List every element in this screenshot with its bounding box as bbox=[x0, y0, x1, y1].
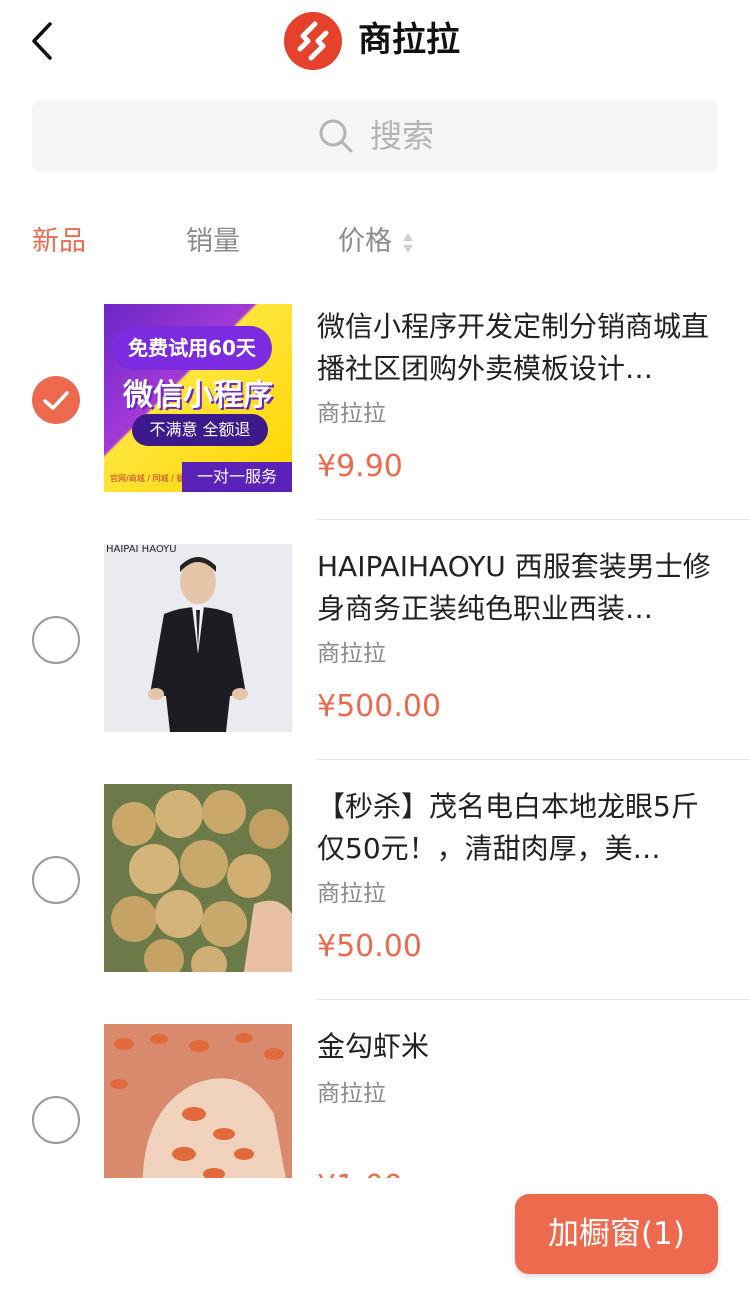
select-checkbox[interactable] bbox=[32, 616, 80, 664]
image-corner: 一对一服务 bbox=[182, 462, 292, 492]
header-bar: 商拉拉 bbox=[0, 0, 750, 84]
chevron-left-icon bbox=[32, 22, 52, 60]
check-icon bbox=[43, 391, 69, 410]
product-title[interactable]: 微信小程序开发定制分销商城直播社区团购外卖模板设计… bbox=[317, 306, 722, 390]
shop-name: 商拉拉 bbox=[317, 401, 386, 427]
product-price: ¥50.00 bbox=[317, 929, 422, 964]
product-item: HAIPAI HAOYU HAIPAIHAOYU 西服套装男士修身商务正装纯色职… bbox=[0, 520, 750, 760]
product-price: ¥9.90 bbox=[317, 449, 403, 484]
shop-name: 商拉拉 bbox=[317, 1081, 386, 1107]
tab-price[interactable]: 价格 bbox=[338, 222, 392, 262]
product-item: 【秒杀】茂名电白本地龙眼5斤仅50元！，清甜肉厚，美… 商拉拉 ¥50.00 bbox=[0, 760, 750, 1000]
shop-name: 商拉拉 bbox=[317, 881, 386, 907]
product-image[interactable] bbox=[104, 784, 292, 972]
image-headline: 微信小程序 bbox=[123, 378, 273, 413]
search-placeholder: 搜索 bbox=[370, 117, 435, 155]
product-title[interactable]: HAIPAIHAOYU 西服套装男士修身商务正装纯色职业西装… bbox=[317, 546, 722, 630]
add-to-showcase-button[interactable]: 加橱窗(1) bbox=[515, 1194, 718, 1274]
longan-illustration bbox=[104, 784, 292, 972]
product-image[interactable]: 免费试用60天 微信小程序 不满意 全额退 官网/商城 / 同城 / 餐饮/定制… bbox=[104, 304, 292, 492]
image-pill: 不满意 全额退 bbox=[132, 414, 268, 446]
product-price: ¥500.00 bbox=[317, 689, 442, 724]
sort-icon[interactable] bbox=[401, 231, 415, 255]
image-brand: HAIPAI HAOYU bbox=[106, 544, 177, 555]
back-button[interactable] bbox=[24, 20, 64, 62]
shop-name: 商拉拉 bbox=[317, 641, 386, 667]
product-item: 免费试用60天 微信小程序 不满意 全额退 官网/商城 / 同城 / 餐饮/定制… bbox=[0, 280, 750, 520]
suit-man-illustration bbox=[148, 557, 248, 732]
product-title[interactable]: 金勾虾米 bbox=[317, 1026, 722, 1068]
tab-new[interactable]: 新品 bbox=[32, 222, 86, 262]
select-checkbox[interactable] bbox=[32, 856, 80, 904]
product-image[interactable]: HAIPAI HAOYU bbox=[104, 544, 292, 732]
app-logo-icon bbox=[284, 12, 342, 70]
product-title[interactable]: 【秒杀】茂名电白本地龙眼5斤仅50元！，清甜肉厚，美… bbox=[317, 786, 722, 870]
image-badge: 免费试用60天 bbox=[112, 326, 272, 370]
app-title: 商拉拉 bbox=[358, 20, 460, 60]
select-checkbox[interactable] bbox=[32, 1096, 80, 1144]
search-icon bbox=[319, 119, 353, 153]
tab-sales[interactable]: 销量 bbox=[186, 222, 240, 262]
select-checkbox[interactable] bbox=[32, 376, 80, 424]
